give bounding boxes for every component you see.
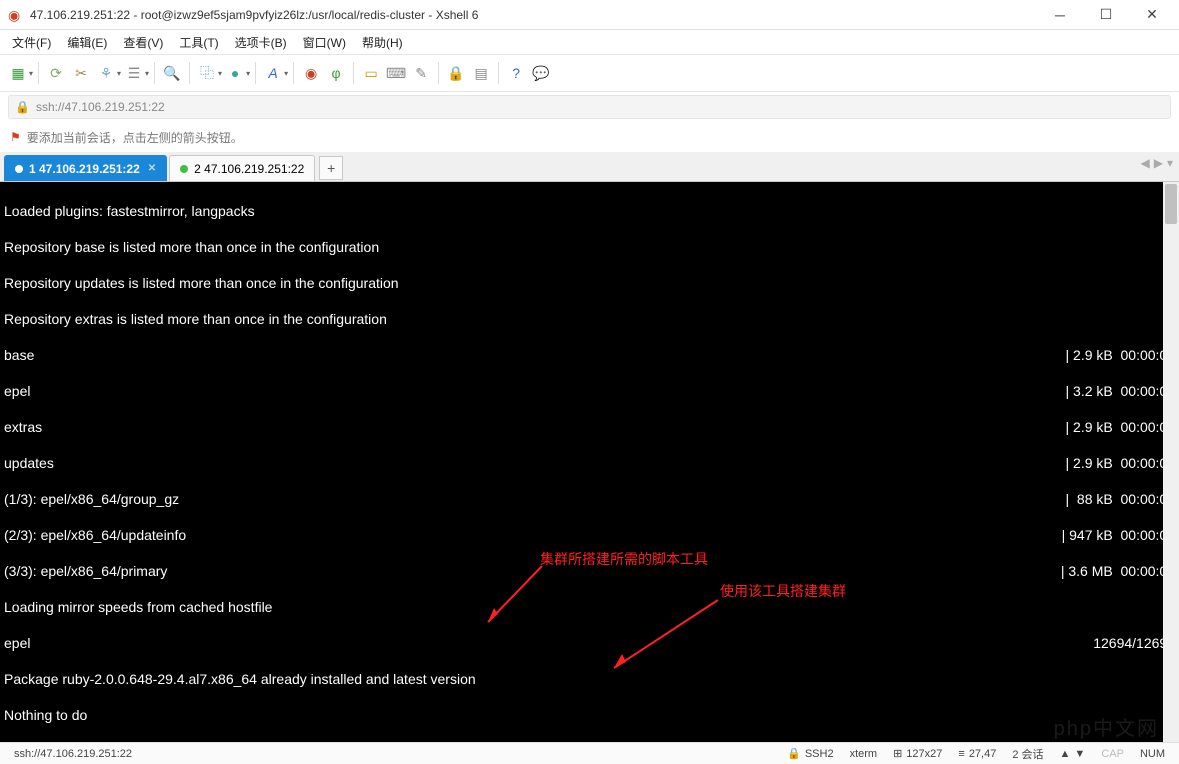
reconnect-icon[interactable]: ⟳ xyxy=(44,61,68,85)
terminal-line: Repository extras is listed more than on… xyxy=(4,310,1175,328)
statusbar: ssh://47.106.219.251:22 🔒SSH2 xterm ⊞127… xyxy=(0,742,1179,764)
terminal-line: (3/3): epel/x86_64/primary| 3.6 MB 00:00… xyxy=(4,562,1175,580)
new-session-icon[interactable]: ▦ xyxy=(6,61,30,85)
menu-tabs[interactable]: 选项卡(B) xyxy=(229,32,293,53)
tab-strip: 1 47.106.219.251:22 ✕ 2 47.106.219.251:2… xyxy=(0,152,1179,182)
hint-bar: ⚑ 要添加当前会话，点击左侧的箭头按钮。 xyxy=(0,122,1179,152)
props-icon[interactable]: ☰ xyxy=(122,61,146,85)
terminal-line: Repository base is listed more than once… xyxy=(4,238,1175,256)
status-dot-icon xyxy=(180,165,188,173)
globe-icon[interactable]: ● xyxy=(223,61,247,85)
folder-icon[interactable]: ▭ xyxy=(359,61,383,85)
menu-file[interactable]: 文件(F) xyxy=(6,32,57,53)
terminal-line: (2/3): epel/x86_64/updateinfo| 947 kB 00… xyxy=(4,526,1175,544)
keyboard-icon[interactable]: ⌨ xyxy=(384,61,408,85)
terminal[interactable]: Loaded plugins: fastestmirror, langpacks… xyxy=(0,182,1179,742)
cursor-icon: ≡ xyxy=(958,748,964,760)
terminal-line: Package ruby-2.0.0.648-29.4.al7.x86_64 a… xyxy=(4,670,1175,688)
status-num: NUM xyxy=(1132,748,1173,760)
terminal-line: epel| 3.2 kB 00:00:00 xyxy=(4,382,1175,400)
script-icon[interactable]: ✎ xyxy=(409,61,433,85)
status-address: ssh://47.106.219.251:22 xyxy=(6,748,779,760)
terminal-line: Loading mirror speeds from cached hostfi… xyxy=(4,598,1175,616)
menubar: 文件(F) 编辑(E) 查看(V) 工具(T) 选项卡(B) 窗口(W) 帮助(… xyxy=(0,30,1179,54)
minimize-button[interactable]: ─ xyxy=(1037,0,1083,30)
disconnect-icon[interactable]: ✂ xyxy=(69,61,93,85)
window-controls: ─ ☐ ✕ xyxy=(1037,0,1175,30)
app-icon: ◉ xyxy=(8,7,24,23)
chat-icon[interactable]: 💬 xyxy=(529,61,553,85)
address-text: ssh://47.106.219.251:22 xyxy=(36,100,165,114)
tab-session-1[interactable]: 1 47.106.219.251:22 ✕ xyxy=(4,155,167,181)
titlebar: ◉ 47.106.219.251:22 - root@izwz9ef5sjam9… xyxy=(0,0,1179,30)
terminal-line: Repository updates is listed more than o… xyxy=(4,274,1175,292)
terminal-line: epel12694/12694 xyxy=(4,634,1175,652)
hint-text: 要添加当前会话，点击左侧的箭头按钮。 xyxy=(27,129,243,146)
status-term: xterm xyxy=(842,748,886,760)
tab-close-icon[interactable]: ✕ xyxy=(148,163,156,174)
close-button[interactable]: ✕ xyxy=(1129,0,1175,30)
tab-session-2[interactable]: 2 47.106.219.251:22 xyxy=(169,155,315,181)
lock-status-icon: 🔒 xyxy=(15,100,30,114)
lock-icon: 🔒 xyxy=(787,747,801,760)
status-dot-icon xyxy=(15,165,23,173)
terminal-line: Loaded plugins: fastestmirror, langpacks xyxy=(4,202,1175,220)
tab-next-icon[interactable]: ▶ xyxy=(1154,156,1163,170)
terminal-line: base| 2.9 kB 00:00:00 xyxy=(4,346,1175,364)
scrollbar[interactable] xyxy=(1163,182,1179,742)
menu-window[interactable]: 窗口(W) xyxy=(297,32,352,53)
status-ssh: 🔒SSH2 xyxy=(779,747,841,760)
copy-icon[interactable]: ⿻ xyxy=(195,61,219,85)
status-size: ⊞127x27 xyxy=(885,747,950,760)
grid-icon: ⊞ xyxy=(893,747,902,760)
address-bar: 🔒 ssh://47.106.219.251:22 xyxy=(0,92,1179,122)
maximize-button[interactable]: ☐ xyxy=(1083,0,1129,30)
search-icon[interactable]: 🔍 xyxy=(160,61,184,85)
status-cap: CAP xyxy=(1093,748,1132,760)
lock-icon[interactable]: 🔒 xyxy=(444,61,468,85)
toolbar: ▦▾ ⟳ ✂ ⚘▾ ☰▾ 🔍 ⿻▾ ●▾ A▾ ◉ φ ▭ ⌨ ✎ 🔒 ▤ ? … xyxy=(0,54,1179,92)
xshell-icon[interactable]: ◉ xyxy=(299,61,323,85)
watermark: php中文网 xyxy=(1054,720,1159,738)
terminal-line: Nothing to do xyxy=(4,706,1175,724)
tab-menu-icon[interactable]: ▾ xyxy=(1167,156,1173,170)
address-input[interactable]: 🔒 ssh://47.106.219.251:22 xyxy=(8,95,1171,119)
menu-tools[interactable]: 工具(T) xyxy=(173,32,224,53)
terminal-line: updates| 2.9 kB 00:00:00 xyxy=(4,454,1175,472)
menu-view[interactable]: 查看(V) xyxy=(117,32,169,53)
font-icon[interactable]: A xyxy=(261,61,285,85)
help-icon[interactable]: ? xyxy=(504,61,528,85)
layout-icon[interactable]: ▤ xyxy=(469,61,493,85)
xftp-icon[interactable]: φ xyxy=(324,61,348,85)
tab-label: 1 47.106.219.251:22 xyxy=(29,162,140,176)
scrollbar-thumb[interactable] xyxy=(1165,184,1177,224)
window-title: 47.106.219.251:22 - root@izwz9ef5sjam9pv… xyxy=(30,8,1037,22)
profile-icon[interactable]: ⚘ xyxy=(94,61,118,85)
status-sessions: 2 会话 xyxy=(1004,746,1051,762)
tab-label: 2 47.106.219.251:22 xyxy=(194,162,304,176)
down-icon: ▼ xyxy=(1074,748,1085,760)
tab-add-button[interactable]: + xyxy=(319,156,343,180)
terminal-line: extras| 2.9 kB 00:00:00 xyxy=(4,418,1175,436)
tab-prev-icon[interactable]: ◀ xyxy=(1141,156,1150,170)
up-icon: ▲ xyxy=(1060,748,1071,760)
menu-help[interactable]: 帮助(H) xyxy=(356,32,409,53)
menu-edit[interactable]: 编辑(E) xyxy=(61,32,113,53)
status-icons: ▲▼ xyxy=(1052,748,1094,760)
tab-nav: ◀ ▶ ▾ xyxy=(1141,156,1174,170)
status-pos: ≡27,47 xyxy=(950,748,1004,760)
flag-icon: ⚑ xyxy=(10,130,21,144)
terminal-line: (1/3): epel/x86_64/group_gz| 88 kB 00:00… xyxy=(4,490,1175,508)
